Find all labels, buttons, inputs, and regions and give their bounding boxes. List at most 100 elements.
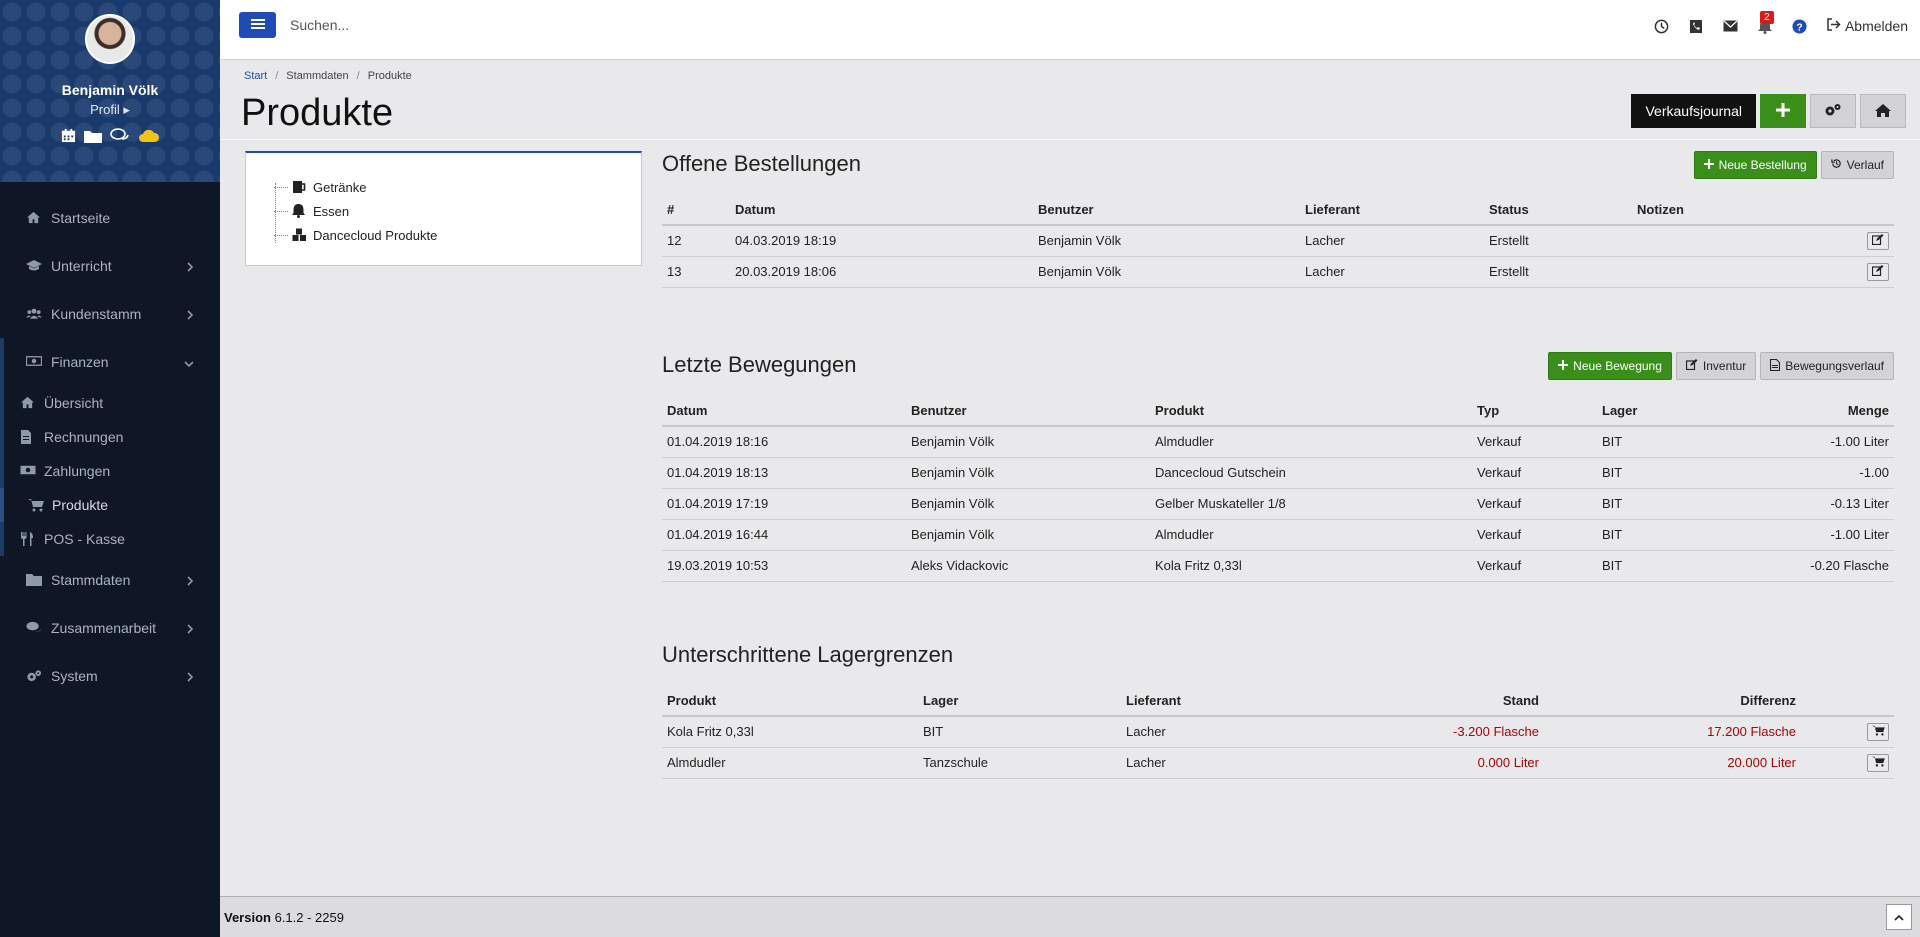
chevron-right-icon [186,621,194,637]
logout-label[interactable]: Abmelden [1845,18,1908,34]
col-header: Differenz [1544,686,1801,717]
table-row[interactable]: 13 20.03.2019 18:06 Benjamin Völk Lacher… [662,256,1894,288]
stock-limits-section: Unterschrittene Lagergrenzen Produkt Lag… [662,642,1894,782]
orders-actions: Neue Bestellung Verlauf [1693,151,1894,179]
history-icon [1830,158,1842,172]
table-row[interactable]: 19.03.2019 10:53 Aleks Vidackovic Kola F… [662,550,1894,582]
col-header: Benutzer [906,396,1150,427]
nav-label: System [51,668,98,684]
table-row[interactable]: Kola Fritz 0,33l BIT Lacher -3.200 Flasc… [662,716,1894,748]
sidebar-item-uebersicht[interactable]: Übersicht [4,386,220,420]
movement-history-button[interactable]: Bewegungsverlauf [1760,352,1894,380]
breadcrumb-start[interactable]: Start [244,70,267,82]
new-order-button[interactable]: Neue Bestellung [1693,151,1817,179]
home-icon [1875,103,1891,120]
phone-book-icon[interactable] [1689,19,1703,34]
folder-icon[interactable] [83,129,102,143]
breadcrumb-stammdaten[interactable]: Stammdaten [286,70,348,82]
nav-startseite[interactable]: Startseite [0,194,220,242]
cell: -1.00 Liter [1747,519,1894,551]
logout-link[interactable]: Abmelden [1827,18,1908,34]
orders-table: # Datum Benutzer Lieferant Status Notize… [662,195,1894,288]
profile-link-label[interactable]: Profil [90,102,120,117]
comments-icon[interactable] [109,128,130,143]
cell: -1.00 Liter [1747,426,1894,458]
order-history-button[interactable]: Verlauf [1820,151,1894,179]
scroll-top-button[interactable] [1886,904,1912,930]
sidebar-item-produkte[interactable]: Produkte [0,488,220,522]
menu-toggle-button[interactable] [239,12,276,38]
edit-icon [1685,359,1698,373]
edit-order-button[interactable] [1867,231,1889,250]
table-row[interactable]: 12 04.03.2019 18:19 Benjamin Völk Lacher… [662,225,1894,257]
sidebar-item-pos-kasse[interactable]: POS - Kasse [4,522,220,556]
cell: 01.04.2019 16:44 [662,519,906,551]
sub-label: Übersicht [44,395,104,411]
nav-stammdaten[interactable]: Stammdaten [0,556,220,604]
nav-zusammenarbeit[interactable]: Zusammenarbeit [0,604,220,652]
nav-label: Zusammenarbeit [51,620,157,636]
nav-label: Finanzen [51,354,109,370]
table-row[interactable]: 01.04.2019 18:16 Benjamin Völk Almdudler… [662,426,1894,458]
cell: BIT [1597,488,1747,520]
version-label: Version [224,910,271,925]
main-nav: Startseite Unterricht Kundenstamm Finanz… [0,182,220,700]
cell [1632,225,1858,257]
col-header: Datum [730,195,1033,226]
cell: BIT [1597,550,1747,582]
nav-kundenstamm[interactable]: Kundenstamm [0,290,220,338]
cloud-icon[interactable] [138,128,160,143]
chevron-up-icon [1894,909,1904,925]
profile-link[interactable]: Profil ▸ [0,102,220,118]
cell: Lacher [1300,256,1484,288]
nav-label: Unterricht [51,258,112,274]
cell: Erstellt [1484,256,1632,288]
tree-node-essen[interactable]: Essen [274,199,641,223]
nav-system[interactable]: System [0,652,220,700]
order-stock-button[interactable] [1867,722,1889,741]
beer-icon [292,180,307,194]
button-label: Bewegungsverlauf [1785,359,1884,373]
tree-label[interactable]: Essen [313,204,349,219]
table-row[interactable]: 01.04.2019 18:13 Benjamin Völk Danceclou… [662,457,1894,489]
new-movement-button[interactable]: Neue Bewegung [1548,352,1672,380]
sidebar-item-zahlungen[interactable]: Zahlungen [4,454,220,488]
avatar[interactable] [85,14,135,64]
home-icon [20,396,36,410]
breadcrumb: Start / Stammdaten / Produkte [244,70,412,82]
tree-node-getraenke[interactable]: Getränke [274,175,641,199]
edit-order-button[interactable] [1867,262,1889,281]
table-row[interactable]: 01.04.2019 16:44 Benjamin Völk Almdudler… [662,519,1894,551]
nav-finanzen[interactable]: Finanzen [0,338,220,386]
nav-unterricht[interactable]: Unterricht [0,242,220,290]
col-header: # [662,195,730,226]
add-product-button[interactable] [1760,94,1806,128]
history-clock-icon[interactable] [1654,19,1669,34]
notification-badge: 2 [1759,10,1774,24]
profile-shortcuts [0,128,220,143]
calendar-icon[interactable] [61,128,76,143]
inventory-button[interactable]: Inventur [1675,352,1757,380]
table-row[interactable]: Almdudler Tanzschule Lacher 0.000 Liter … [662,747,1894,779]
settings-button[interactable] [1810,94,1856,128]
sales-journal-button[interactable]: Verkaufsjournal [1631,94,1756,128]
tree-label[interactable]: Getränke [313,180,366,195]
tree-label[interactable]: Dancecloud Produkte [313,228,437,243]
notifications-bell-icon[interactable]: 2 [1757,10,1774,34]
button-label: Verlauf [1846,158,1884,172]
hamburger-icon [250,17,265,33]
search-input[interactable] [290,12,550,38]
cubes-icon [292,228,307,242]
chevron-right-icon [186,259,194,275]
envelope-icon[interactable] [1723,20,1738,32]
help-icon[interactable]: ? [1792,18,1807,34]
cell: Kola Fritz 0,33l [662,716,918,748]
table-row[interactable]: 01.04.2019 17:19 Benjamin Völk Gelber Mu… [662,488,1894,520]
cell: -3.200 Flasche [1342,716,1544,748]
button-label: Neue Bewegung [1573,359,1662,373]
col-header: Stand [1342,686,1544,717]
sidebar-item-rechnungen[interactable]: Rechnungen [4,420,220,454]
order-stock-button[interactable] [1867,753,1889,772]
home-button[interactable] [1860,94,1906,128]
tree-node-dancecloud[interactable]: Dancecloud Produkte [274,223,641,247]
